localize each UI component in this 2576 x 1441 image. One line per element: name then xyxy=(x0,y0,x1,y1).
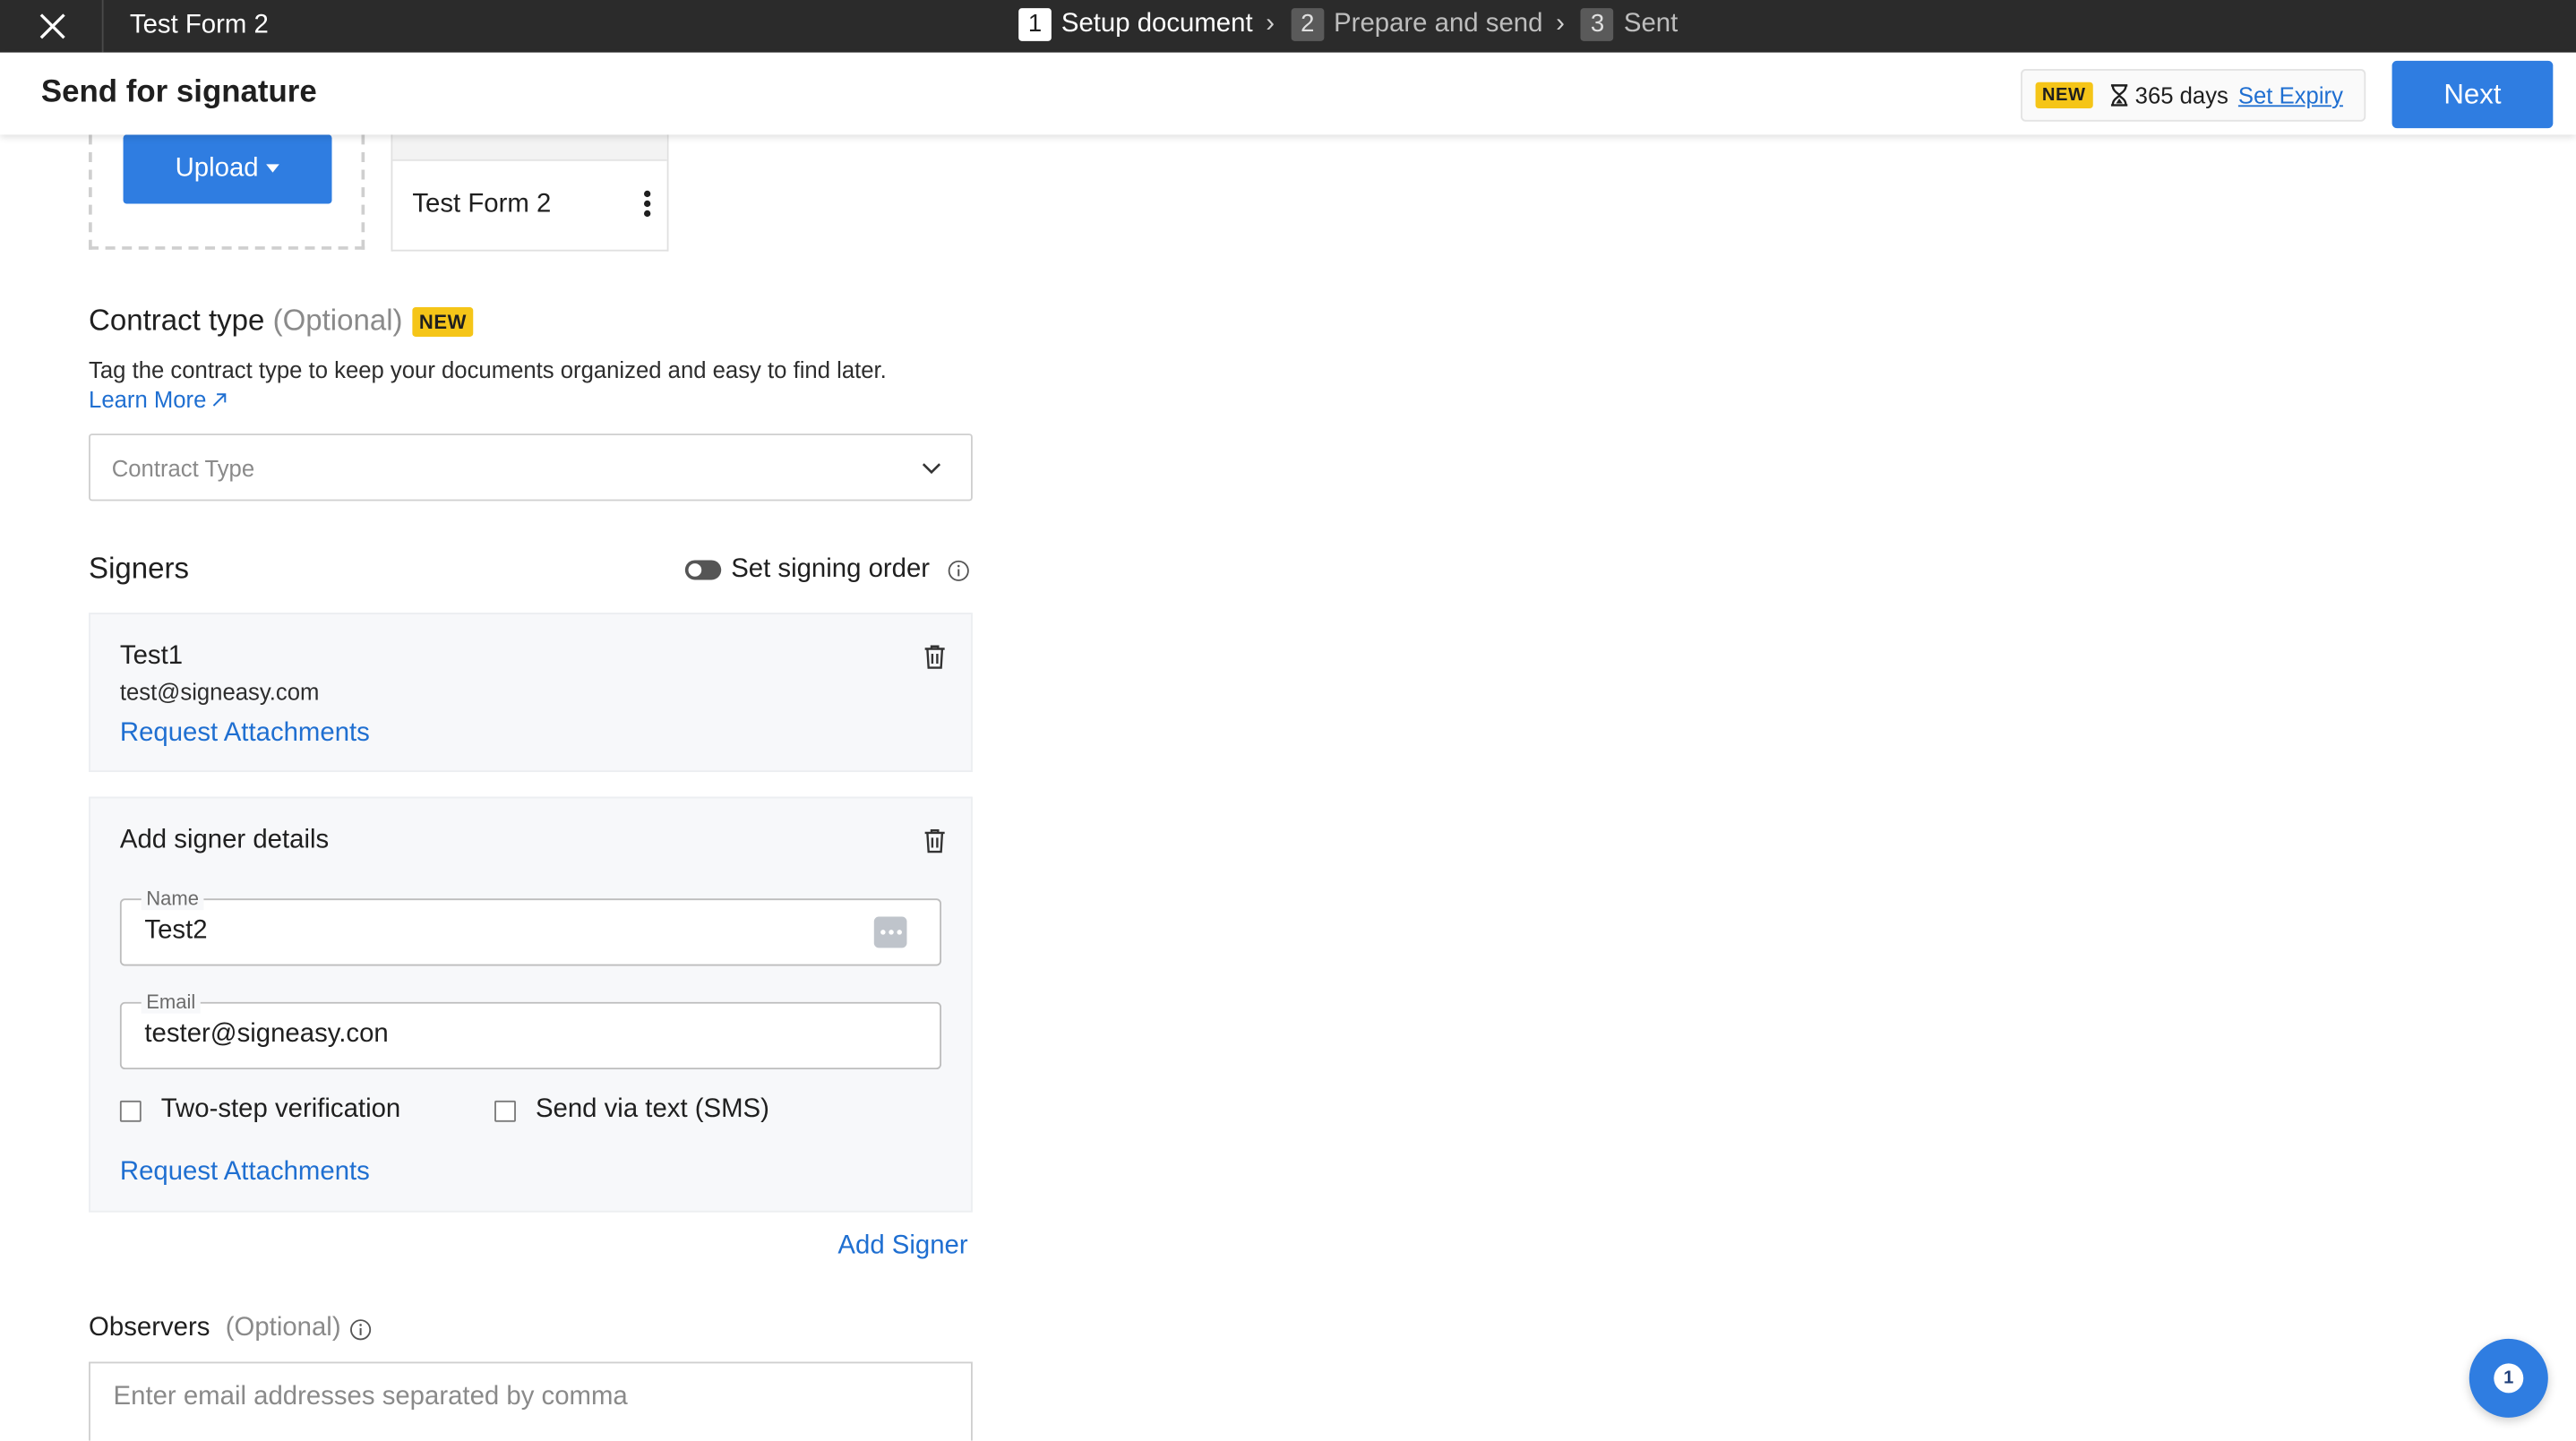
signers-heading: Signers xyxy=(89,552,189,585)
step-prepare-and-send[interactable]: 2 Prepare and send xyxy=(1291,8,1542,41)
signer-email: test@signeasy.com xyxy=(119,678,320,705)
signer-name-input[interactable] xyxy=(144,916,852,947)
info-icon[interactable] xyxy=(948,560,969,581)
observers-input[interactable] xyxy=(113,1383,935,1433)
contract-type-title: Contract type xyxy=(89,304,265,338)
send-via-sms-checkbox[interactable] xyxy=(494,1099,516,1121)
toggle-knob xyxy=(688,563,702,577)
password-manager-icon[interactable] xyxy=(873,916,907,948)
topbar-divider xyxy=(101,0,104,53)
kebab-menu-icon[interactable] xyxy=(639,190,655,224)
step-label: Prepare and send xyxy=(1334,10,1543,39)
document-name: Test Form 2 xyxy=(412,190,552,219)
add-signer-link[interactable]: Add Signer xyxy=(837,1232,967,1262)
signing-order-toggle[interactable] xyxy=(684,560,722,580)
document-thumbnail xyxy=(392,134,667,161)
page-title: Send for signature xyxy=(40,75,317,110)
page-header: Send for signature NEW 365 days Set Expi… xyxy=(0,52,2576,135)
observers-heading: Observers (Optional) xyxy=(89,1314,341,1343)
email-field-label: Email xyxy=(141,991,201,1014)
top-bar: Test Form 2 1 Setup document › 2 Prepare… xyxy=(0,0,2576,53)
document-card[interactable]: Test Form 2 xyxy=(391,134,669,252)
step-number: 3 xyxy=(1581,8,1614,41)
progress-steps: 1 Setup document › 2 Prepare and send › … xyxy=(1018,6,1678,42)
signer-email-input[interactable] xyxy=(144,1020,852,1051)
external-link-icon xyxy=(213,393,228,407)
add-signer-details-heading: Add signer details xyxy=(119,826,330,854)
send-via-sms-option[interactable]: Send via text (SMS) xyxy=(494,1095,769,1125)
trash-icon[interactable] xyxy=(923,644,947,670)
step-number: 1 xyxy=(1018,8,1052,41)
two-step-verification-option[interactable]: Two-step verification xyxy=(119,1095,401,1125)
document-title: Test Form 2 xyxy=(129,11,269,40)
step-label: Setup document xyxy=(1060,10,1253,39)
request-attachments-link[interactable]: Request Attachments xyxy=(120,1158,370,1188)
upload-button[interactable]: Upload xyxy=(123,134,332,204)
signer-card: Test1 test@signeasy.com Request Attachme… xyxy=(89,613,973,773)
signer-name-field: Name xyxy=(119,887,941,966)
step-label: Sent xyxy=(1623,10,1679,39)
step-separator-icon: › xyxy=(1266,10,1275,39)
new-badge: NEW xyxy=(2035,81,2092,109)
contract-type-heading: Contract type (Optional) NEW xyxy=(89,304,474,339)
contract-type-placeholder: Contract Type xyxy=(111,455,255,482)
upload-button-label: Upload xyxy=(175,154,259,183)
signing-order-label: Set signing order xyxy=(731,554,931,584)
set-expiry-link[interactable]: Set Expiry xyxy=(2238,82,2343,108)
contract-type-description: Tag the contract type to keep your docum… xyxy=(89,356,887,383)
expiry-days: 365 days xyxy=(2134,81,2228,109)
chat-notification-badge: 1 xyxy=(2494,1363,2524,1394)
hourglass-icon xyxy=(2110,84,2127,107)
name-field-label: Name xyxy=(141,887,204,911)
trash-icon[interactable] xyxy=(923,828,947,853)
step-separator-icon: › xyxy=(1556,10,1565,39)
observers-field xyxy=(89,1361,973,1441)
two-step-verification-label: Two-step verification xyxy=(160,1095,401,1124)
learn-more-link[interactable]: Learn More xyxy=(89,386,228,412)
two-step-verification-checkbox[interactable] xyxy=(119,1099,142,1121)
info-icon[interactable] xyxy=(350,1319,372,1341)
step-setup-document[interactable]: 1 Setup document xyxy=(1018,8,1253,41)
send-via-sms-label: Send via text (SMS) xyxy=(535,1095,769,1124)
contract-type-select[interactable]: Contract Type xyxy=(89,433,973,502)
close-icon[interactable] xyxy=(36,10,69,43)
signer-email-field: Email xyxy=(119,991,941,1070)
request-attachments-link[interactable]: Request Attachments xyxy=(120,719,370,749)
app-root: Test Form 2 1 Setup document › 2 Prepare… xyxy=(0,0,2576,1441)
caret-down-icon xyxy=(266,164,280,174)
chat-icon[interactable]: 1 xyxy=(2469,1338,2548,1418)
optional-label: (Optional) xyxy=(225,1314,341,1342)
expiry-widget: NEW 365 days Set Expiry xyxy=(2021,69,2366,122)
step-sent[interactable]: 3 Sent xyxy=(1581,8,1678,41)
new-signer-card: Add signer details Name Email Two-step v… xyxy=(89,796,973,1213)
observers-title: Observers xyxy=(89,1314,210,1342)
next-button[interactable]: Next xyxy=(2391,60,2554,129)
new-badge: NEW xyxy=(412,306,474,337)
step-number: 2 xyxy=(1291,8,1325,41)
optional-label: (Optional) xyxy=(272,304,403,338)
signer-name: Test1 xyxy=(119,642,184,671)
chevron-down-icon xyxy=(922,463,941,475)
learn-more-label: Learn More xyxy=(89,386,207,413)
